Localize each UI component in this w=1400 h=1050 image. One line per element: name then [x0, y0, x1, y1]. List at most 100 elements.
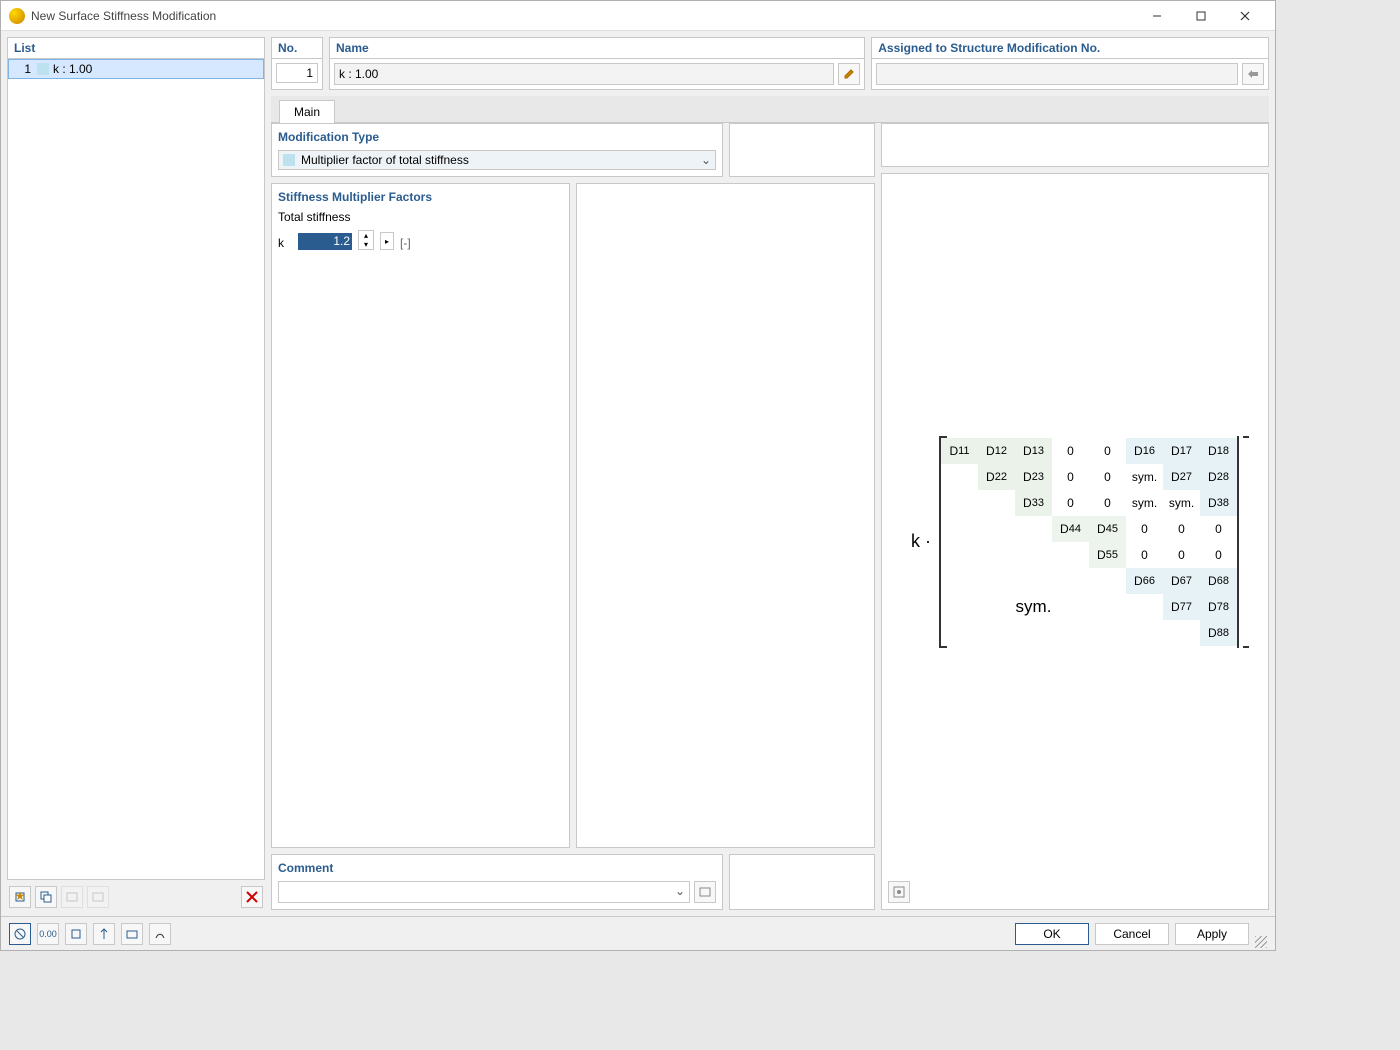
list-body: 1 k : 1.00: [8, 59, 264, 879]
toolbar-button-3: [61, 886, 83, 908]
matrix-cell: [941, 490, 978, 516]
preview-action-button[interactable]: [888, 881, 910, 903]
matrix-cell: D28: [1200, 464, 1237, 490]
units-button[interactable]: 0.00: [37, 923, 59, 945]
modification-type-combo[interactable]: Multiplier factor of total stiffness ⌄: [278, 150, 716, 170]
number-input[interactable]: [276, 63, 318, 83]
comment-combo[interactable]: ⌄: [278, 881, 690, 903]
main-area: Modification Type Multiplier factor of t…: [271, 123, 1269, 910]
list-panel: List 1 k : 1.00: [7, 37, 265, 880]
preview-mini-box: [881, 123, 1269, 167]
matrix-cell: [1015, 516, 1052, 542]
footer-tool-3[interactable]: [65, 923, 87, 945]
matrix-cell: D88: [1200, 620, 1237, 646]
matrix-cell: 0: [1200, 516, 1237, 542]
matrix-cell: 0: [1089, 438, 1126, 464]
color-swatch: [283, 154, 295, 166]
k-input[interactable]: [298, 233, 352, 249]
matrix-cell: [941, 542, 978, 568]
list-item-number: 1: [13, 62, 37, 76]
spin-up-icon[interactable]: ▴: [359, 231, 373, 240]
spin-down-icon[interactable]: ▾: [359, 240, 373, 249]
matrix-cell: [941, 464, 978, 490]
k-unit: [-]: [400, 236, 411, 250]
matrix-cell: [978, 516, 1015, 542]
matrix-cell: 0: [1163, 542, 1200, 568]
assign-input[interactable]: [876, 63, 1238, 85]
footer-tool-5[interactable]: [121, 923, 143, 945]
matrix-cell: D16: [1126, 438, 1163, 464]
number-header: No.: [272, 38, 322, 59]
pick-assign-button[interactable]: [1242, 63, 1264, 85]
comment-aux-button[interactable]: [694, 881, 716, 903]
matrix-cell: 0: [1163, 516, 1200, 542]
footer-tool-6[interactable]: [149, 923, 171, 945]
k-spinner[interactable]: ▴ ▾: [358, 230, 374, 250]
comment-title: Comment: [278, 861, 716, 875]
empty-pair-panel: [576, 183, 875, 848]
smf-subtitle: Total stiffness: [278, 210, 563, 224]
close-button[interactable]: [1223, 2, 1267, 30]
matrix-cell: D38: [1200, 490, 1237, 516]
matrix-cell: D11: [941, 438, 978, 464]
delete-item-button[interactable]: [241, 886, 263, 908]
matrix-cell: [1126, 620, 1163, 646]
edit-name-button[interactable]: [838, 63, 860, 85]
matrix-cell: 0: [1126, 516, 1163, 542]
matrix-cell: 0: [1052, 438, 1089, 464]
k-row: k ▴ ▾ ▸ [-]: [278, 230, 563, 250]
apply-button[interactable]: Apply: [1175, 923, 1249, 945]
matrix-cell: [1052, 542, 1089, 568]
modtype-aux-box: [729, 123, 875, 177]
modification-type-value: Multiplier factor of total stiffness: [301, 153, 701, 167]
k-menu-button[interactable]: ▸: [380, 232, 394, 250]
list-item-label: k : 1.00: [53, 62, 259, 76]
matrix-cell: D55: [1089, 542, 1126, 568]
app-icon: [9, 8, 25, 24]
name-panel: Name: [329, 37, 865, 90]
k-label: k: [278, 236, 292, 250]
matrix-cell: D67: [1163, 568, 1200, 594]
matrix-cell: D18: [1200, 438, 1237, 464]
matrix-cell: D78: [1200, 594, 1237, 620]
list-header: List: [8, 38, 264, 59]
matrix-cell: D13: [1015, 438, 1052, 464]
matrix-cell: D12: [978, 438, 1015, 464]
content-area: List 1 k : 1.00 ★: [1, 31, 1275, 916]
resize-grip[interactable]: [1255, 936, 1267, 948]
modification-type-section: Modification Type Multiplier factor of t…: [271, 123, 723, 177]
smf-title: Stiffness Multiplier Factors: [278, 190, 563, 204]
minimize-button[interactable]: [1135, 2, 1179, 30]
maximize-button[interactable]: [1179, 2, 1223, 30]
help-button[interactable]: [9, 923, 31, 945]
right-block: No. Name Assigned to Structure Modificat…: [271, 37, 1269, 910]
matrix-cell: [1015, 542, 1052, 568]
list-item[interactable]: 1 k : 1.00: [8, 59, 264, 79]
comment-aux-box: [729, 854, 875, 910]
tabbed-area: Main Modification Type Multiplier factor…: [271, 96, 1269, 910]
matrix-cell: sym.: [1126, 464, 1163, 490]
matrix-cell: 0: [1089, 490, 1126, 516]
matrix-sym-label: sym.: [941, 568, 1126, 646]
matrix-wrap: k · D11D12D1300D16D17D18D22D2300sym.D27D…: [911, 436, 1239, 648]
cancel-button[interactable]: Cancel: [1095, 923, 1169, 945]
main-right: k · D11D12D1300D16D17D18D22D2300sym.D27D…: [881, 123, 1269, 910]
copy-item-button[interactable]: [35, 886, 57, 908]
new-item-button[interactable]: ★: [9, 886, 31, 908]
matrix-cell: D23: [1015, 464, 1052, 490]
name-input[interactable]: [334, 63, 834, 85]
matrix-cell: [941, 516, 978, 542]
matrix-cell: D68: [1200, 568, 1237, 594]
comment-row: Comment ⌄: [271, 854, 875, 910]
matrix-cell: sym.: [1163, 490, 1200, 516]
matrix-cell: D45: [1089, 516, 1126, 542]
tab-main[interactable]: Main: [279, 100, 335, 123]
assign-header: Assigned to Structure Modification No.: [872, 38, 1268, 59]
footer-tool-4[interactable]: [93, 923, 115, 945]
matrix-cell: D27: [1163, 464, 1200, 490]
name-header: Name: [330, 38, 864, 59]
matrix-cell: 0: [1052, 464, 1089, 490]
chevron-down-icon: ⌄: [675, 884, 685, 900]
ok-button[interactable]: OK: [1015, 923, 1089, 945]
footer: 0.00 OK Cancel Apply: [1, 916, 1275, 950]
